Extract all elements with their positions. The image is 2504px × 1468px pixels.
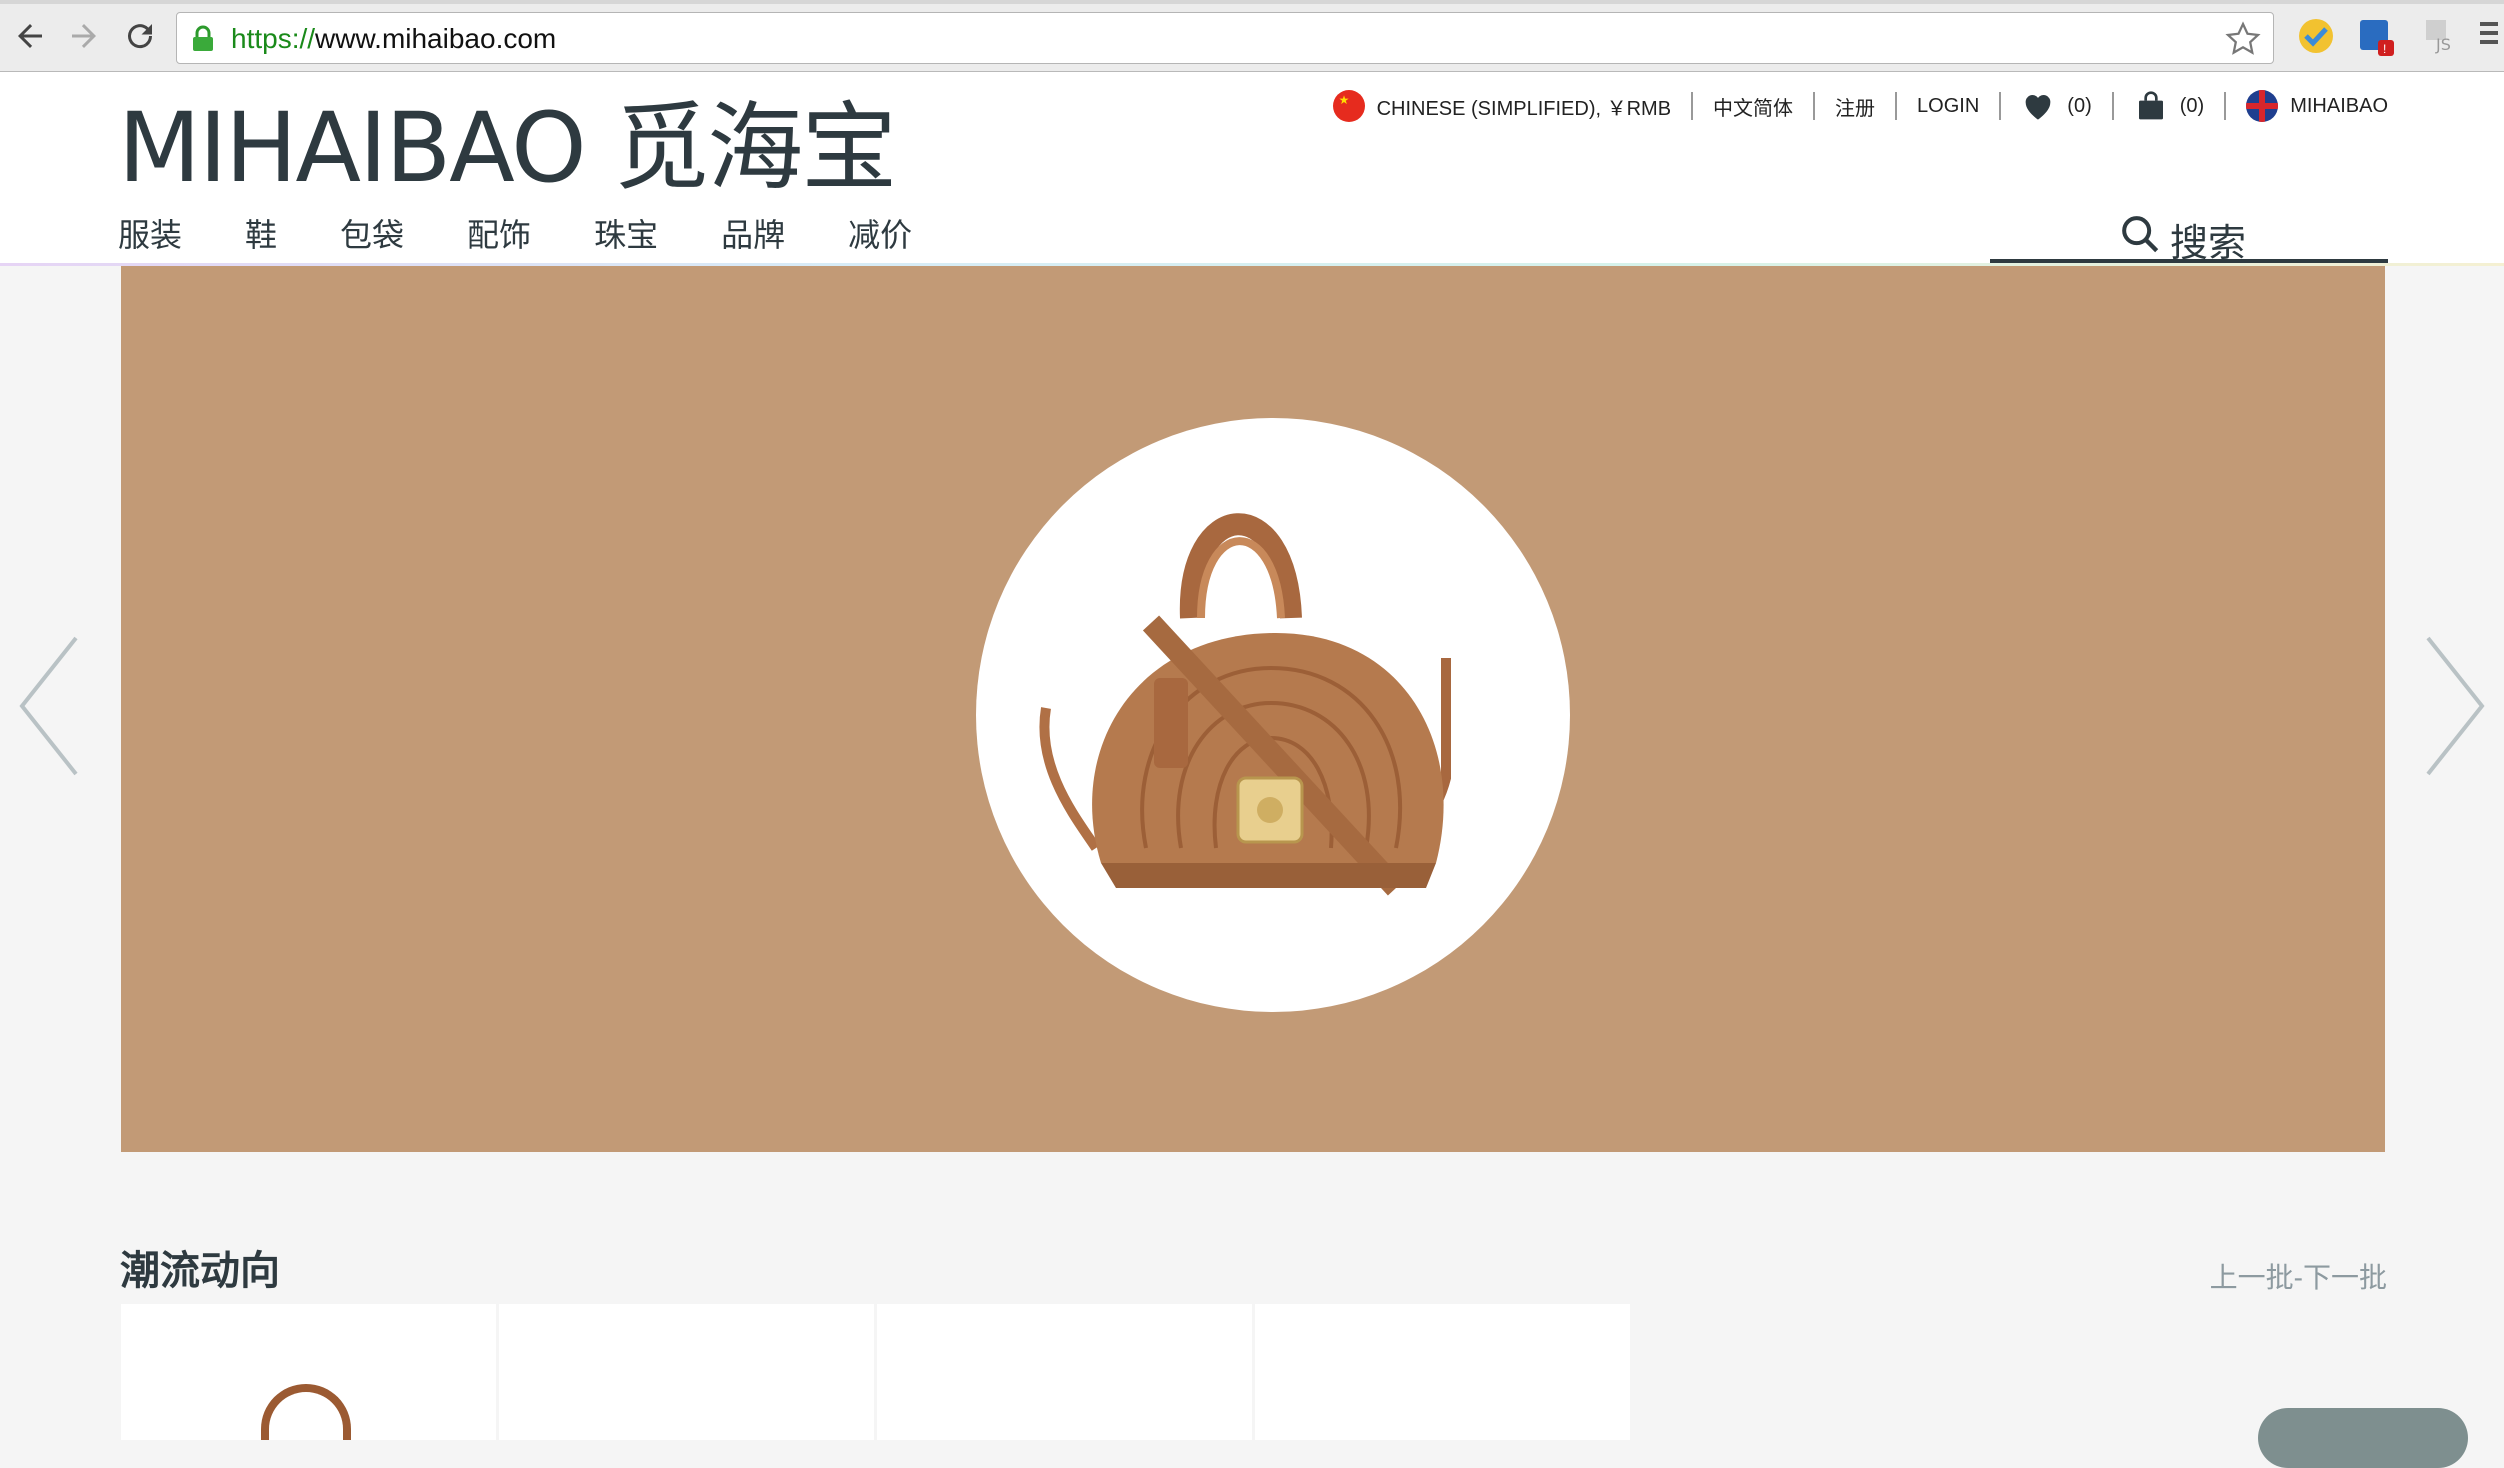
- url-text: https://www.mihaibao.com: [231, 23, 556, 55]
- heart-icon: [2025, 94, 2051, 120]
- back-button[interactable]: [10, 18, 50, 54]
- hero-banner[interactable]: [121, 266, 2385, 1152]
- svg-text:!: !: [2383, 42, 2386, 56]
- uk-flag-icon: [2246, 90, 2279, 122]
- search-box[interactable]: 搜索: [1990, 210, 2388, 265]
- lock-icon: [193, 25, 213, 51]
- nav-item-accessories[interactable]: 配饰: [467, 210, 531, 256]
- divider: [1691, 92, 1694, 120]
- site-logo[interactable]: MIHAIBAO 觅海宝: [118, 100, 897, 196]
- trend-card[interactable]: [121, 1304, 496, 1440]
- trends-title: 潮流动向: [120, 1249, 280, 1293]
- chat-button[interactable]: [2258, 1408, 2468, 1468]
- trend-card[interactable]: [877, 1304, 1252, 1440]
- next-batch-link[interactable]: 下一批: [2303, 1256, 2387, 1296]
- register-link[interactable]: 注册: [1835, 92, 1875, 121]
- hero-product-circle: [976, 418, 1570, 1012]
- extension-notes-icon[interactable]: !: [2356, 16, 2396, 56]
- wishlist-link[interactable]: (0): [2021, 91, 2092, 121]
- trends-pager: 上一批 - 下一批: [2210, 1256, 2387, 1296]
- carousel-prev-icon[interactable]: [18, 636, 78, 776]
- search-label: 搜索: [2170, 223, 2247, 265]
- locale-selector[interactable]: CHINESE (SIMPLIFIED), ￥RMB: [1332, 90, 1672, 122]
- address-bar[interactable]: https://www.mihaibao.com: [176, 12, 2274, 64]
- bookmark-star-icon[interactable]: [2225, 21, 2261, 57]
- nav-item-clothing[interactable]: 服装: [118, 210, 182, 256]
- nav-item-brands[interactable]: 品牌: [721, 210, 785, 256]
- trend-card[interactable]: [1255, 1304, 1630, 1440]
- login-link[interactable]: LOGIN: [1917, 95, 1979, 118]
- trends-card-row: [121, 1304, 1630, 1440]
- divider: [1895, 92, 1898, 120]
- extension-shield-icon[interactable]: [2296, 16, 2336, 56]
- nav-item-bags[interactable]: 包袋: [340, 210, 404, 256]
- site-header: MIHAIBAO 觅海宝 CHINESE (SIMPLIFIED), ￥RMB …: [0, 72, 2504, 266]
- utility-bar: CHINESE (SIMPLIFIED), ￥RMB 中文简体 注册 LOGIN…: [1332, 90, 2388, 122]
- language-link[interactable]: 中文简体: [1713, 92, 1793, 121]
- locale-label: CHINESE (SIMPLIFIED), ￥RMB: [1376, 97, 1672, 120]
- carousel-next-icon[interactable]: [2426, 636, 2486, 776]
- browser-menu-icon[interactable]: [2480, 22, 2498, 50]
- divider: [1813, 92, 1816, 120]
- cart-link[interactable]: (0): [2134, 90, 2204, 122]
- extension-js-icon[interactable]: JS: [2420, 16, 2460, 56]
- handbag-image: [1039, 513, 1451, 896]
- forward-button[interactable]: [64, 18, 104, 54]
- wishlist-count: (0): [2067, 94, 2092, 117]
- reload-button[interactable]: [120, 18, 160, 54]
- search-icon: [2122, 216, 2159, 253]
- forward-arrow-icon: [72, 24, 96, 48]
- nav-item-jewelry[interactable]: 珠宝: [594, 210, 658, 256]
- bag-handle-image: [261, 1384, 351, 1440]
- prev-batch-link[interactable]: 上一批: [2210, 1256, 2294, 1296]
- cart-count: (0): [2179, 94, 2205, 117]
- divider: [2224, 92, 2227, 120]
- region-label: MIHAIBAO: [2290, 94, 2388, 117]
- china-flag-icon: [1332, 90, 1365, 122]
- back-arrow-icon: [18, 24, 42, 48]
- trend-card[interactable]: [499, 1304, 874, 1440]
- region-selector[interactable]: MIHAIBAO: [2246, 90, 2388, 122]
- nav-item-sale[interactable]: 减价: [848, 210, 912, 256]
- reload-icon: [128, 24, 153, 49]
- svg-text:JS: JS: [2435, 35, 2451, 54]
- pager-separator: -: [2293, 1262, 2303, 1293]
- divider: [1999, 92, 2002, 120]
- shopping-bag-icon: [2138, 91, 2163, 120]
- url-host: www.mihaibao.com: [315, 23, 557, 54]
- divider: [2111, 92, 2114, 120]
- browser-toolbar: https://www.mihaibao.com ! JS: [0, 0, 2504, 72]
- nav-item-shoes[interactable]: 鞋: [245, 210, 277, 256]
- main-nav: 服装 鞋 包袋 配饰 珠宝 品牌 减价: [118, 210, 975, 256]
- url-scheme: https://: [231, 23, 316, 54]
- tab-strip: [0, 0, 2504, 4]
